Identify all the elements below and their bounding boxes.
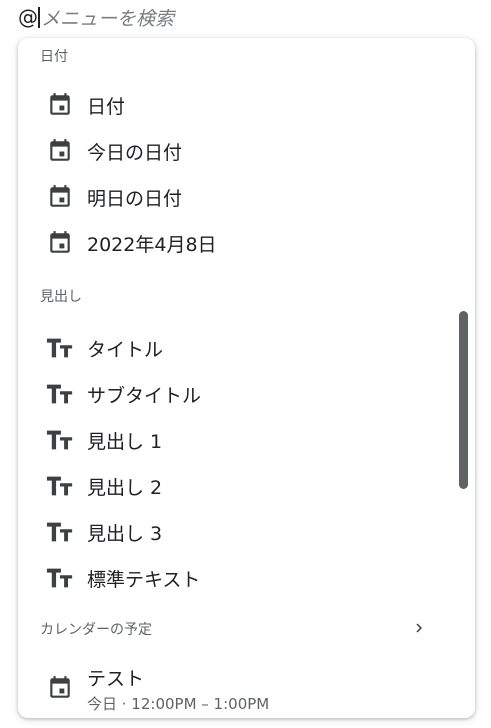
menu-item-label: 明日の日付 bbox=[87, 187, 183, 210]
text-cursor bbox=[38, 6, 40, 28]
menu-item-heading-2[interactable]: 見出し 2 bbox=[18, 464, 448, 508]
search-placeholder: メニューを検索 bbox=[41, 7, 175, 30]
calendar-icon bbox=[46, 183, 74, 211]
menu-item-label: サブタイトル bbox=[87, 384, 202, 407]
calendar-event-title: テスト bbox=[87, 668, 145, 690]
text-style-icon bbox=[46, 426, 74, 454]
section-header-headings: 見出し bbox=[40, 289, 82, 305]
menu-item-heading-3[interactable]: 見出し 3 bbox=[18, 510, 448, 554]
menu-item-label: 見出し 2 bbox=[87, 476, 163, 499]
text-style-icon bbox=[46, 334, 74, 362]
menu-item-label: タイトル bbox=[87, 338, 164, 361]
text-style-icon bbox=[46, 472, 74, 500]
text-style-icon bbox=[46, 518, 74, 546]
calendar-icon bbox=[46, 137, 74, 165]
search-at-symbol: @ bbox=[18, 5, 38, 29]
search-input[interactable]: @ メニューを検索 bbox=[18, 4, 174, 30]
calendar-icon bbox=[46, 229, 74, 257]
menu-item-label: 日付 bbox=[87, 95, 126, 118]
text-style-icon bbox=[46, 564, 74, 592]
calendar-event-time: 今日 · 12:00PM – 1:00PM bbox=[87, 695, 270, 713]
menu-item-label: 見出し 1 bbox=[87, 430, 163, 453]
scrollbar-thumb[interactable] bbox=[459, 311, 468, 489]
menu-item-title[interactable]: タイトル bbox=[18, 326, 448, 370]
menu-item-normal-text[interactable]: 標準テキスト bbox=[18, 556, 448, 600]
menu-item-subtitle[interactable]: サブタイトル bbox=[18, 372, 448, 416]
menu-item-specific-date[interactable]: 2022年4月8日 bbox=[18, 221, 448, 265]
insert-menu: 日付 日付 今日の日付 明日の日付 2022年4月8日 見出し タイトル サブタ… bbox=[18, 38, 475, 718]
section-calendar-events[interactable]: カレンダーの予定 bbox=[18, 606, 448, 650]
menu-item-today[interactable]: 今日の日付 bbox=[18, 129, 448, 173]
section-header-calendar-events: カレンダーの予定 bbox=[40, 622, 152, 638]
calendar-icon bbox=[46, 91, 74, 119]
menu-item-date[interactable]: 日付 bbox=[18, 83, 448, 127]
section-header-date: 日付 bbox=[40, 49, 68, 65]
menu-item-label: 2022年4月8日 bbox=[87, 233, 217, 256]
menu-item-label: 今日の日付 bbox=[87, 141, 183, 164]
menu-item-heading-1[interactable]: 見出し 1 bbox=[18, 418, 448, 462]
chevron-right-icon[interactable] bbox=[410, 619, 428, 637]
menu-item-label: 見出し 3 bbox=[87, 522, 163, 545]
menu-item-tomorrow[interactable]: 明日の日付 bbox=[18, 175, 448, 219]
menu-item-label: 標準テキスト bbox=[87, 568, 201, 591]
calendar-icon bbox=[46, 674, 74, 702]
text-style-icon bbox=[46, 380, 74, 408]
